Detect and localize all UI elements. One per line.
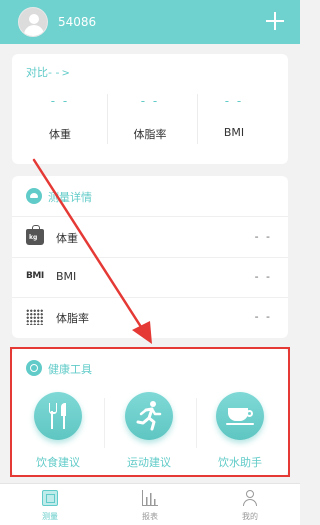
bmi-icon-text: BMI	[26, 271, 44, 281]
nav-label: 报表	[142, 512, 158, 521]
measure-icon	[42, 490, 58, 506]
stat-label: BMI	[223, 126, 245, 139]
health-tools-card: 健康工具 饮食建议 运动建议 饮水助手	[12, 348, 288, 476]
row-value: - -	[254, 230, 272, 243]
running-icon	[125, 392, 173, 440]
nav-label: 测量	[42, 512, 58, 521]
profile-icon	[242, 490, 258, 506]
row-label: 体重	[56, 232, 78, 245]
row-label: 体脂率	[56, 312, 89, 325]
tool-label: 运动建议	[127, 456, 171, 469]
compare-title: 对比- -	[26, 66, 60, 79]
nav-item-measure[interactable]: 测量	[0, 490, 100, 522]
stat-value: - -	[140, 94, 160, 108]
detail-row-body-fat[interactable]: 体脂率 - -	[12, 297, 288, 337]
tool-label: 饮水助手	[218, 456, 262, 469]
detail-title: 测量详情	[48, 191, 92, 204]
stat-value: - -	[224, 94, 244, 108]
bmi-icon: BMI	[26, 269, 44, 285]
gauge-icon	[26, 360, 42, 376]
scale-icon	[26, 188, 42, 204]
username: 54086	[58, 15, 97, 29]
body-fat-dots-icon	[26, 309, 44, 325]
stat-label: 体重	[49, 128, 71, 141]
nav-item-report[interactable]: 报表	[100, 490, 200, 522]
tool-exercise[interactable]: 运动建议	[104, 392, 194, 470]
tool-diet[interactable]: 饮食建议	[13, 392, 103, 470]
stat-label: 体脂率	[133, 128, 167, 141]
kg-icon-text: kg	[29, 234, 38, 241]
tools-title: 健康工具	[48, 363, 92, 376]
plus-icon[interactable]	[264, 10, 286, 32]
measure-detail-card: 测量详情 kg 体重 - - BMI BMI - - 体脂率 - -	[12, 176, 288, 338]
chevron-right-icon: >	[61, 68, 70, 79]
detail-row-bmi[interactable]: BMI BMI - -	[12, 257, 288, 297]
default-avatar-icon[interactable]	[18, 7, 48, 37]
tool-water[interactable]: 饮水助手	[195, 392, 285, 470]
nav-item-me[interactable]: 我的	[200, 490, 300, 522]
fork-knife-icon	[34, 392, 82, 440]
bottom-nav: 测量 报表 我的	[0, 483, 300, 525]
stat-body-fat: - - 体脂率	[105, 94, 195, 142]
app-header: 54086	[0, 0, 300, 44]
detail-row-weight[interactable]: kg 体重 - -	[12, 217, 288, 257]
row-label: BMI	[56, 270, 77, 283]
tool-label: 饮食建议	[36, 456, 80, 469]
compare-link[interactable]: 对比- - >	[26, 64, 70, 80]
report-chart-icon	[142, 490, 158, 506]
stat-weight: - - 体重	[15, 94, 105, 142]
row-value: - -	[254, 270, 272, 283]
weight-kg-icon: kg	[26, 225, 44, 245]
nav-label: 我的	[242, 512, 258, 521]
stat-bmi: - - BMI	[189, 94, 279, 139]
compare-card: 对比- - > - - 体重 - - 体脂率 - - BMI	[12, 54, 288, 164]
row-value: - -	[254, 310, 272, 323]
cup-icon	[216, 392, 264, 440]
stat-value: - -	[50, 94, 70, 108]
